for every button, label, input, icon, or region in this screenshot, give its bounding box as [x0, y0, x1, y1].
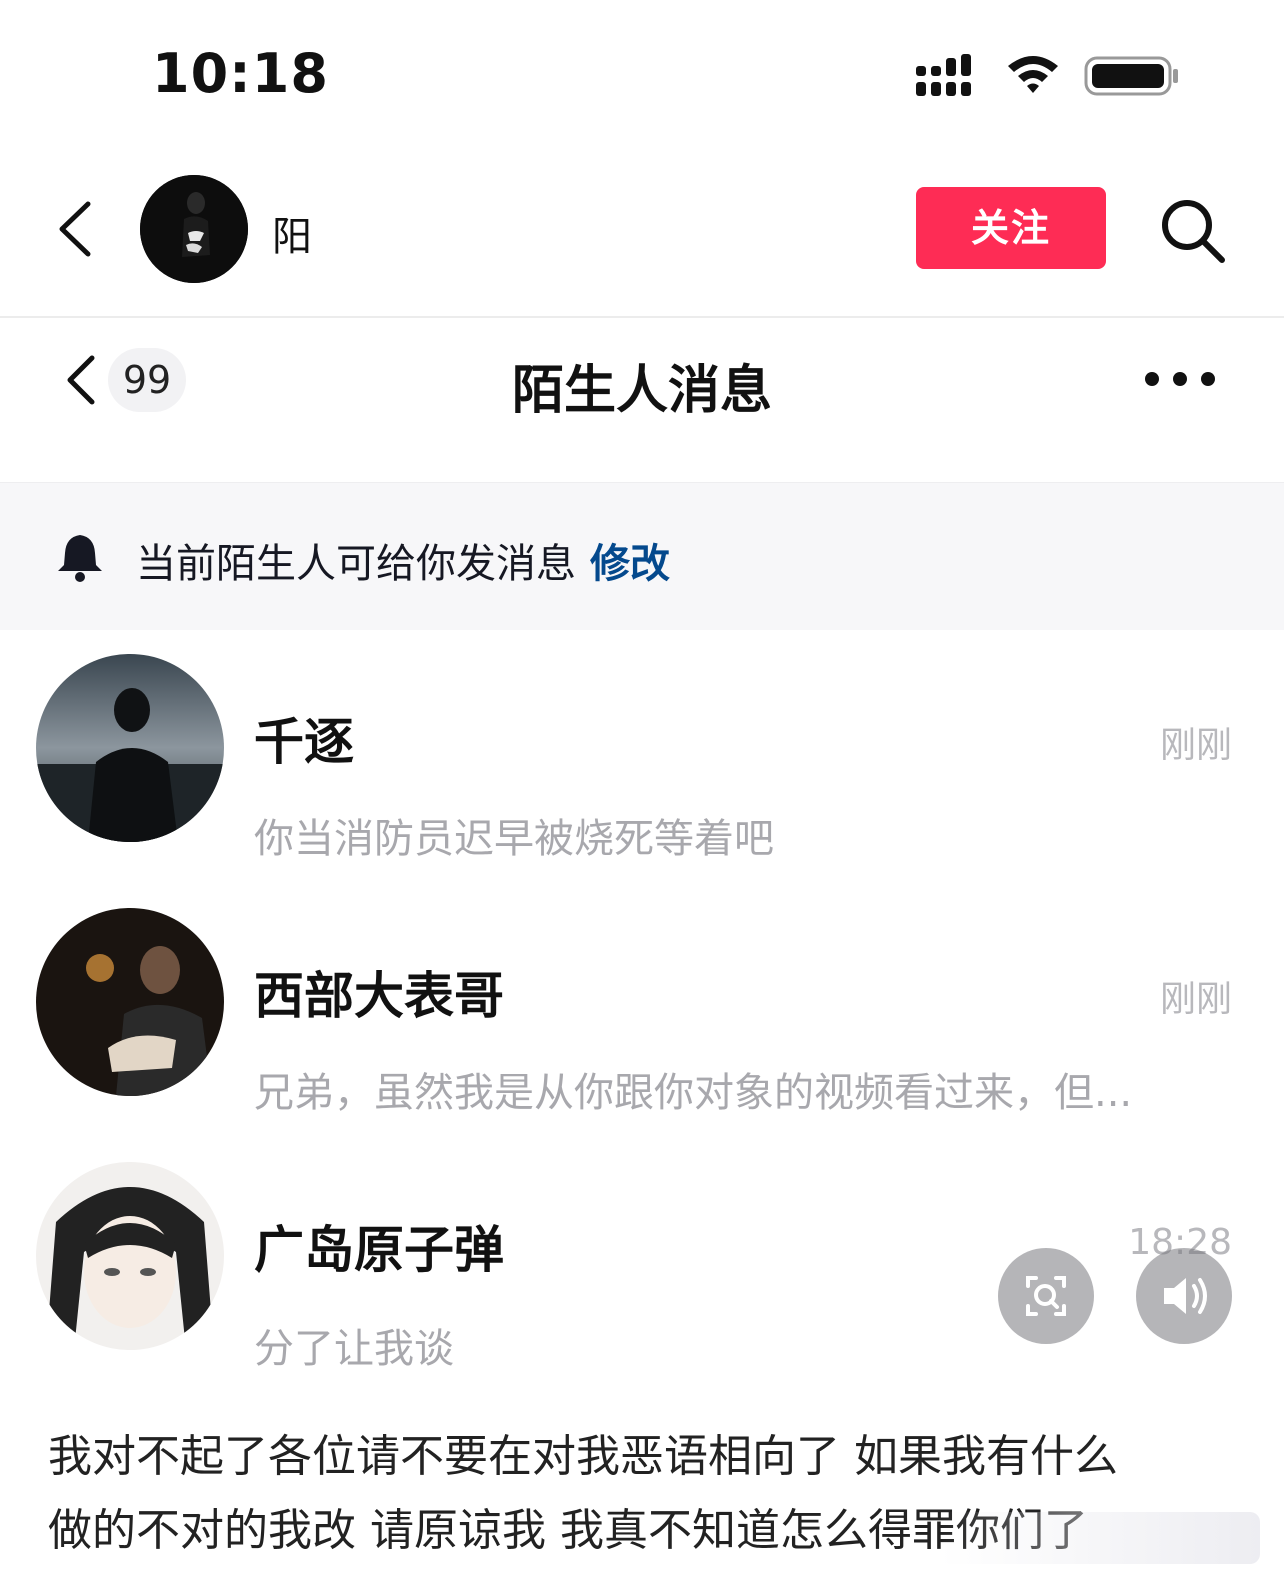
status-bar: 10:18: [0, 0, 1284, 150]
sender-name: 千逐: [254, 713, 354, 771]
stranger-nav: 99 陌生人消息: [0, 320, 1284, 480]
page-title: 陌生人消息: [511, 361, 772, 421]
follow-button[interactable]: 关注: [916, 187, 1106, 269]
profile-header: 阳 关注: [0, 150, 1284, 318]
signal-icon: [916, 54, 971, 96]
message-preview: 兄弟，虽然我是从你跟你对象的视频看过来，但...: [254, 1070, 1133, 1116]
sender-name: 广岛原子弹: [254, 1221, 504, 1279]
more-icon[interactable]: [1142, 368, 1218, 390]
speaker-button[interactable]: [1136, 1248, 1232, 1344]
avatar-figure-icon: [140, 175, 248, 283]
profile-avatar[interactable]: [140, 175, 248, 283]
message-time: 刚刚: [1159, 979, 1232, 1020]
avatar-anime-icon: [36, 1162, 224, 1350]
wifi-icon: [1008, 56, 1058, 93]
avatar[interactable]: [36, 1162, 224, 1350]
scan-icon: [1026, 1276, 1066, 1316]
message-time: 刚刚: [1159, 725, 1232, 766]
notice-message: 当前陌生人可给你发消息: [136, 541, 576, 587]
message-row[interactable]: 西部大表哥 刚刚 兄弟，虽然我是从你跟你对象的视频看过来，但...: [0, 902, 1284, 1156]
notice-bar: 当前陌生人可给你发消息 修改: [0, 482, 1284, 630]
battery-icon: [1084, 56, 1178, 96]
sender-name: 西部大表哥: [254, 967, 504, 1025]
speaker-icon: [1164, 1278, 1207, 1314]
message-preview: 你当消防员迟早被烧死等着吧: [254, 816, 774, 862]
scan-button[interactable]: [998, 1248, 1094, 1344]
avatar[interactable]: [36, 908, 224, 1096]
avatar-man-icon: [36, 908, 224, 1096]
caption-line: 我对不起了各位请不要在对我恶语相向了 如果我有什么: [48, 1431, 1118, 1482]
avatar[interactable]: [36, 654, 224, 842]
message-row[interactable]: 千逐 刚刚 你当消防员迟早被烧死等着吧: [0, 648, 1284, 902]
status-time: 10:18: [152, 42, 329, 105]
back-icon[interactable]: [50, 198, 102, 260]
profile-name: 阳: [272, 214, 312, 260]
bell-icon: [58, 535, 102, 582]
modify-link[interactable]: 修改: [590, 541, 670, 587]
search-icon[interactable]: [1158, 196, 1228, 266]
watermark: [940, 1512, 1260, 1564]
notice-text: 当前陌生人可给你发消息 修改: [136, 531, 670, 589]
avatar-silhouette-icon: [36, 654, 224, 842]
